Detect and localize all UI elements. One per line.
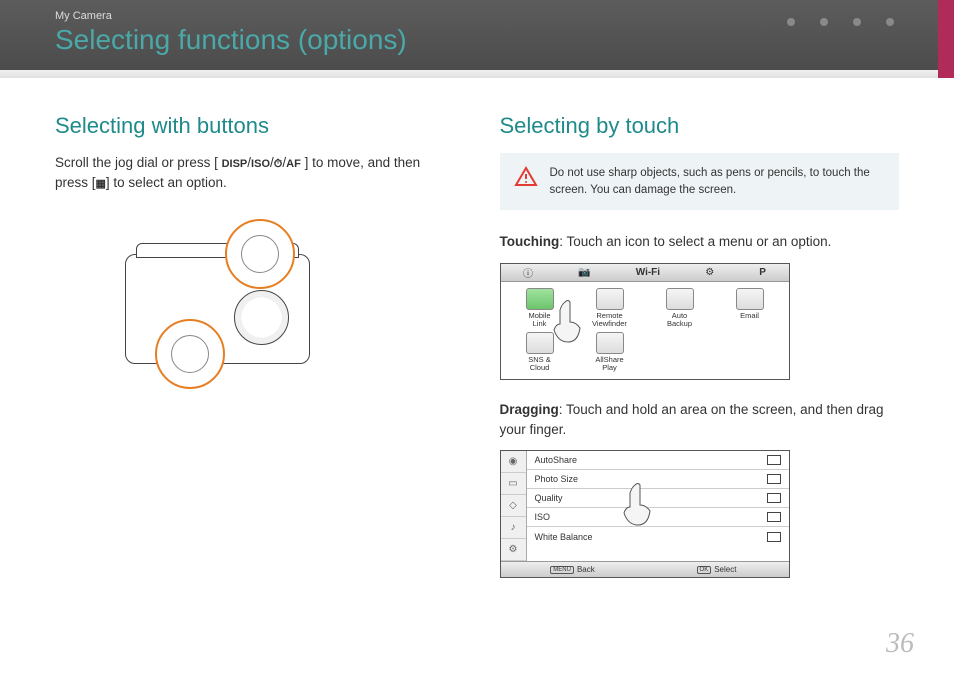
dragging-label: Dragging — [500, 402, 559, 417]
tab-settings-icon[interactable]: ⚙ — [501, 539, 526, 561]
buttons-instruction: Scroll the jog dial or press [ DISP/ISO/… — [55, 153, 455, 194]
decorative-dots — [787, 18, 894, 26]
back-label: Back — [577, 565, 595, 574]
select-button[interactable]: OKSelect — [645, 562, 789, 577]
app-label: Mobile Link — [528, 311, 550, 328]
row-autoshare[interactable]: AutoShare — [527, 451, 789, 470]
row-quality[interactable]: Quality — [527, 489, 789, 508]
wifi-mode-label: Wi-Fi — [636, 267, 660, 278]
app-label: Auto Backup — [667, 311, 692, 328]
camera-jog-dial — [234, 290, 289, 345]
app-label: Email — [740, 311, 759, 320]
iso-icon: ISO — [251, 158, 270, 170]
tab-movie-icon[interactable]: ▭ — [501, 473, 526, 495]
select-label: Select — [714, 565, 736, 574]
touching-text: Touching: Touch an icon to select a menu… — [500, 232, 900, 252]
p-mode-icon: P — [759, 267, 766, 278]
autoshare-value-icon — [767, 455, 781, 465]
dragging-text: Dragging: Touch and hold an area on the … — [500, 400, 900, 441]
row-photo-size[interactable]: Photo Size — [527, 470, 789, 489]
page-number: 36 — [886, 628, 914, 660]
warning-icon — [514, 165, 538, 189]
warning-box: Do not use sharp objects, such as pens o… — [500, 153, 900, 210]
row-label: Photo Size — [535, 474, 579, 484]
quality-value-icon — [767, 493, 781, 503]
app-auto-backup[interactable]: Auto Backup — [647, 288, 713, 329]
text: ] to select an option. — [106, 175, 227, 190]
photo-size-value-icon — [767, 474, 781, 484]
app-sns-cloud[interactable]: SNS & Cloud — [507, 332, 573, 373]
camera-mode-icon: 📷 — [578, 267, 590, 278]
app-label: AllShare Play — [595, 355, 623, 372]
menu-bottom-bar: MENUBack OKSelect — [501, 561, 789, 577]
text: Scroll the jog dial or press [ — [55, 155, 218, 170]
wb-value-icon — [767, 532, 781, 542]
app-label: SNS & Cloud — [528, 355, 551, 372]
zoom-callout-top — [225, 219, 295, 289]
row-label: Quality — [535, 493, 563, 503]
app-mobile-link[interactable]: Mobile Link — [507, 288, 573, 329]
page-header: My Camera Selecting functions (options) — [0, 0, 954, 78]
tab-custom-icon[interactable]: ◇ — [501, 495, 526, 517]
touch-screenshot: ⓘ 📷 Wi-Fi ⚙ P Mobile Link Remote Viewfin… — [500, 263, 790, 380]
wifi-grid: Mobile Link Remote Viewfinder Auto Backu… — [501, 282, 789, 379]
ok-button-icon: OK — [697, 566, 712, 574]
breadcrumb: My Camera — [55, 10, 914, 22]
tab-camera-icon[interactable]: ◉ — [501, 451, 526, 473]
af-icon: AF — [286, 158, 301, 170]
row-white-balance[interactable]: White Balance — [527, 527, 789, 546]
iso-value-icon — [767, 512, 781, 522]
text: : Touch an icon to select a menu or an o… — [559, 234, 831, 249]
tab-sound-icon[interactable]: ♪ — [501, 517, 526, 539]
menu-rows: AutoShare Photo Size Quality ISO White B… — [527, 451, 789, 561]
menu-button-icon: MENU — [550, 566, 574, 574]
row-label: White Balance — [535, 532, 593, 542]
back-button[interactable]: MENUBack — [501, 562, 645, 577]
menu-side-tabs: ◉ ▭ ◇ ♪ ⚙ — [501, 451, 527, 561]
ok-icon: ▦ — [96, 178, 106, 190]
app-remote-viewfinder[interactable]: Remote Viewfinder — [577, 288, 643, 329]
row-label: ISO — [535, 512, 551, 522]
app-allshare[interactable]: AllShare Play — [577, 332, 643, 373]
camera-illustration — [55, 214, 455, 394]
disp-icon: DISP — [222, 158, 248, 170]
screen-mode-bar: ⓘ 📷 Wi-Fi ⚙ P — [501, 264, 789, 282]
page-title: Selecting functions (options) — [55, 24, 914, 56]
auto-mode-icon: ⚙ — [705, 267, 714, 278]
app-email[interactable]: Email — [717, 288, 783, 329]
left-column: Selecting with buttons Scroll the jog di… — [55, 113, 455, 578]
zoom-callout-bottom — [155, 319, 225, 389]
right-column: Selecting by touch Do not use sharp obje… — [500, 113, 900, 578]
row-label: AutoShare — [535, 455, 578, 465]
app-label: Remote Viewfinder — [592, 311, 627, 328]
warning-text: Do not use sharp objects, such as pens o… — [550, 165, 886, 198]
section-title-buttons: Selecting with buttons — [55, 113, 455, 139]
info-mode-icon: ⓘ — [523, 265, 533, 280]
touching-label: Touching — [500, 234, 560, 249]
content: Selecting with buttons Scroll the jog di… — [0, 78, 954, 578]
drag-screenshot: ◉ ▭ ◇ ♪ ⚙ AutoShare Photo Size Quality I… — [500, 450, 790, 578]
row-iso[interactable]: ISO — [527, 508, 789, 527]
section-title-touch: Selecting by touch — [500, 113, 900, 139]
